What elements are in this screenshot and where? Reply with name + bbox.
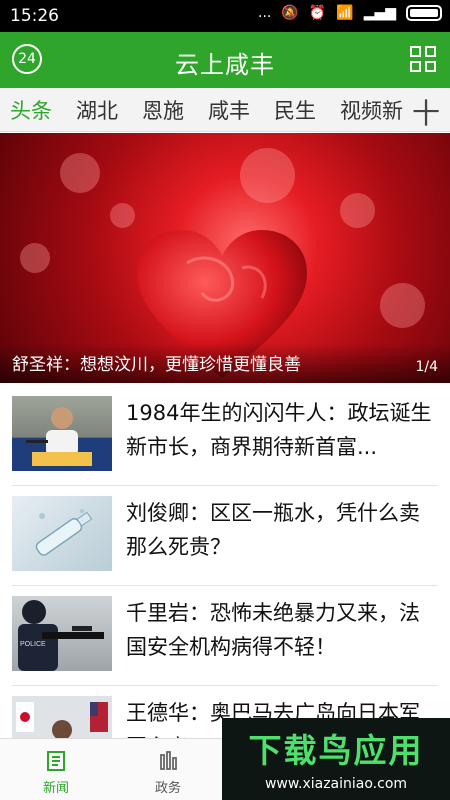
tab-minsheng[interactable]: 民生	[274, 95, 316, 125]
mute-icon: 🔕	[281, 5, 299, 21]
tab-hubei[interactable]: 湖北	[76, 95, 118, 125]
watermark-url: www.xiazainiao.com	[264, 776, 408, 792]
status-time: 15:26	[10, 6, 59, 26]
bottom-tab-news[interactable]: 新闻	[21, 749, 91, 796]
hero-pager: 1/4	[415, 359, 438, 375]
news-item[interactable]: POLICE 千里岩：恐怖未绝暴力又来，法国安全机构病得不轻！	[12, 586, 438, 686]
bottom-tab-news-label: 新闻	[42, 781, 69, 796]
tab-enshi[interactable]: 恩施	[142, 95, 184, 125]
newspaper-icon	[47, 751, 65, 771]
hero-caption: 舒圣祥：想想汶川，更懂珍惜更懂良善	[12, 355, 301, 375]
bottom-tab-gov-label: 政务	[154, 781, 181, 796]
news-title: 刘俊卿：区区一瓶水，凭什么卖那么死贵？	[126, 501, 420, 559]
signal-icon: ▂▄▆	[363, 5, 396, 21]
watermark-logo: 下载鸟应用 www.xiazainiao.com	[222, 718, 450, 800]
hero-carousel[interactable]: 舒圣祥：想想汶川，更懂珍惜更懂良善 1/4	[0, 133, 450, 383]
news-item[interactable]: 刘俊卿：区区一瓶水，凭什么卖那么死贵？	[12, 486, 438, 586]
gov-icon	[160, 751, 177, 770]
tab-video-news[interactable]: 视频新	[340, 95, 403, 125]
status-bar: 15:26 ... 🔕 ⏰ 📶 ▂▄▆	[0, 0, 450, 32]
app-title: 云上咸丰	[175, 51, 275, 79]
battery-icon	[406, 5, 442, 21]
status-icons: ... 🔕 ⏰ 📶 ▂▄▆	[258, 5, 442, 21]
news-title: 千里岩：恐怖未绝暴力又来，法国安全机构病得不轻！	[126, 601, 420, 659]
svg-text:POLICE: POLICE	[20, 641, 46, 648]
add-channel-icon[interactable]: 十	[412, 92, 440, 131]
news-item[interactable]: 1984年生的闪闪牛人：政坛诞生新市长，商界期待新首富...	[12, 386, 438, 486]
bottom-tab-gov[interactable]: 政务	[133, 749, 203, 796]
app-header: 24 云上咸丰	[0, 32, 450, 88]
tab-xianfeng[interactable]: 咸丰	[208, 95, 250, 125]
wifi-icon: 📶	[336, 5, 354, 21]
alarm-icon: ⏰	[308, 5, 327, 21]
watermark-main: 下载鸟应用	[248, 731, 424, 770]
more-dots: ...	[258, 5, 272, 21]
news-thumbnail	[12, 496, 112, 571]
channel-tabs: 头条 湖北 恩施 咸丰 民生 视频新 十	[0, 88, 450, 132]
news-thumbnail	[12, 396, 112, 471]
news-title: 1984年生的闪闪牛人：政坛诞生新市长，商界期待新首富...	[126, 401, 432, 459]
tab-headline[interactable]: 头条	[10, 95, 52, 125]
grid-menu-icon[interactable]	[410, 46, 436, 72]
news-thumbnail: POLICE	[12, 596, 112, 671]
